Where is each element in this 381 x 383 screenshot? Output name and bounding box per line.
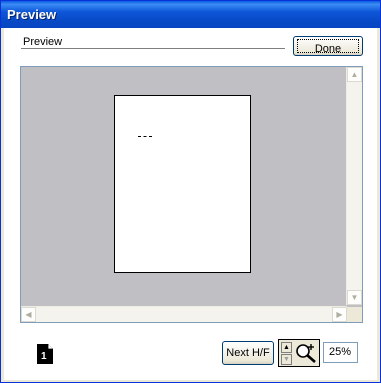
- scroll-right-arrow-icon[interactable]: ▶: [332, 307, 347, 322]
- zoom-control: ▲ ▼: [278, 339, 320, 367]
- scroll-down-arrow-icon[interactable]: ▼: [347, 290, 362, 305]
- preview-page: [114, 95, 251, 273]
- done-focus-ring: Done: [297, 39, 359, 55]
- preview-viewport[interactable]: ▲ ▼ ◀ ▶: [20, 66, 363, 323]
- horizontal-scrollbar[interactable]: ◀ ▶: [21, 306, 347, 322]
- scroll-left-arrow-icon[interactable]: ◀: [21, 307, 36, 322]
- zoom-in-arrow-icon[interactable]: ▲: [281, 342, 292, 353]
- title-bar[interactable]: Preview: [1, 1, 380, 28]
- done-button-label: Done: [314, 43, 342, 55]
- dialog-body: Preview Done ▲ ▼ ◀ ▶ 1 Next H/F ▲ ▼ 25%: [4, 28, 377, 380]
- preview-window: Preview Preview Done ▲ ▼ ◀ ▶ 1 Next H/F …: [0, 0, 381, 383]
- scrollbar-corner: [347, 307, 362, 322]
- scroll-up-arrow-icon[interactable]: ▲: [347, 67, 362, 82]
- zoom-percentage-field[interactable]: 25%: [323, 342, 358, 363]
- preview-header-label: Preview: [23, 36, 63, 48]
- page-content-mark: [138, 136, 152, 137]
- window-title: Preview: [7, 7, 57, 22]
- header-divider: [21, 48, 285, 50]
- vertical-scrollbar[interactable]: ▲ ▼: [346, 67, 362, 305]
- next-header-footer-button[interactable]: Next H/F: [222, 341, 274, 365]
- zoom-out-arrow-icon[interactable]: ▼: [281, 354, 292, 365]
- page-number: 1: [41, 351, 47, 362]
- done-button[interactable]: Done: [293, 36, 363, 56]
- magnifier-plus-icon[interactable]: [294, 342, 318, 364]
